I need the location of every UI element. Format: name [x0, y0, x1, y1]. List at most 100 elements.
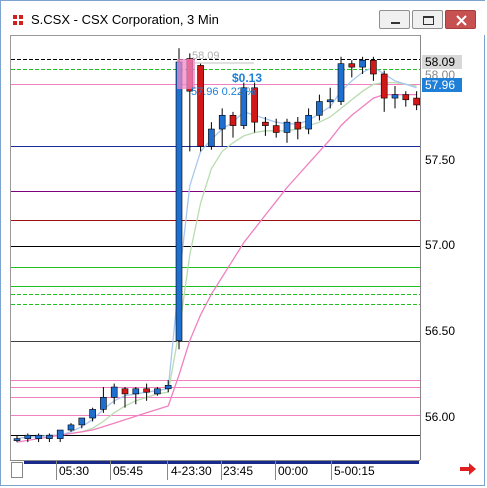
moving-averages	[16, 66, 417, 443]
time-separator	[56, 461, 57, 480]
candle[interactable]	[100, 387, 107, 413]
candle[interactable]	[370, 56, 377, 81]
ma-blue-line	[16, 66, 417, 440]
candle[interactable]	[197, 63, 204, 152]
candle[interactable]	[110, 383, 118, 405]
candle-body-down	[402, 94, 410, 101]
price-axis[interactable]: 57.00 57.50 56.50 56.00 58.00 58.09 57.9…	[420, 35, 480, 460]
candle-body-down	[380, 73, 388, 99]
time-label-5-0015: 5-00:15	[334, 464, 375, 478]
candle[interactable]	[89, 407, 96, 422]
price-tag-last: 57.96	[422, 78, 462, 92]
time-separator	[167, 461, 168, 480]
candle-body-up	[337, 63, 345, 102]
candle[interactable]	[218, 108, 226, 147]
price-tag-high: 58.09	[422, 55, 462, 69]
candle[interactable]	[402, 91, 410, 107]
selection-highlight	[177, 59, 195, 89]
app-icon	[12, 14, 24, 26]
candlestick-chart[interactable]: 58.09 $0.13 57.96 0.22 %	[11, 36, 420, 460]
candle[interactable]	[283, 118, 291, 143]
time-separator	[110, 461, 111, 480]
change-label: $0.13	[232, 71, 262, 85]
price-label-56-00: 56.00	[425, 410, 456, 424]
minimize-button[interactable]	[379, 10, 410, 29]
candle-body-up	[110, 386, 118, 398]
candle-body-down	[121, 388, 129, 395]
candle-body-up	[35, 434, 42, 439]
chart-plot-area[interactable]: 58.09 $0.13 57.96 0.22 %	[10, 35, 420, 460]
candle-body-up	[67, 424, 75, 431]
candle[interactable]	[326, 87, 334, 109]
candle-body-up	[154, 388, 161, 395]
candle-body-up	[208, 128, 215, 147]
ma-green-line	[16, 81, 417, 440]
time-label-4-2330: 4-23:30	[171, 464, 212, 478]
time-separator	[331, 461, 332, 480]
last-pct-label: 57.96 0.22 %	[191, 86, 256, 98]
scroll-right-arrow-icon[interactable]	[459, 462, 477, 476]
candle-body-up	[24, 434, 32, 439]
candle-body-up	[100, 397, 107, 410]
candle-body-up	[13, 438, 21, 441]
candle-body-down	[348, 63, 356, 68]
candle-body-down	[143, 388, 150, 393]
candle[interactable]	[13, 435, 21, 443]
title-bar[interactable]: S.CSX - CSX Corporation, 3 Min	[1, 1, 486, 35]
candle-body-up	[46, 434, 53, 439]
candle[interactable]	[78, 417, 86, 429]
candle-body-up	[283, 121, 291, 133]
restore-icon	[423, 16, 434, 25]
candle[interactable]	[229, 111, 237, 138]
candle-body-up	[391, 94, 399, 99]
price-label-57-50: 57.50	[425, 153, 456, 167]
candle-body-down	[229, 114, 237, 126]
candle-body-down	[370, 59, 377, 75]
time-label-2345: 23:45	[223, 464, 254, 478]
time-label-0530: 05:30	[59, 464, 90, 478]
candle-body-up	[316, 101, 323, 116]
candle[interactable]	[175, 48, 183, 350]
candle[interactable]	[305, 108, 312, 135]
candle[interactable]	[348, 60, 356, 78]
candle[interactable]	[208, 122, 215, 150]
price-label-56-50: 56.50	[425, 324, 456, 338]
candle[interactable]	[391, 86, 399, 109]
scroll-handle[interactable]	[11, 462, 23, 478]
minimize-icon	[391, 22, 400, 24]
candle-body-down	[272, 125, 280, 133]
candle-body-up	[132, 388, 140, 395]
price-label-57-00: 57.00	[425, 238, 456, 252]
candle[interactable]	[337, 56, 345, 105]
time-label-0545: 05:45	[113, 464, 144, 478]
horizontal-lines	[11, 59, 420, 436]
candle[interactable]	[56, 429, 64, 443]
candle[interactable]	[35, 433, 42, 443]
time-axis[interactable]: 05:30 05:45 4-23:30 23:45 00:00 5-00:15	[10, 460, 420, 480]
candle-body-up	[359, 59, 366, 68]
window-title: S.CSX - CSX Corporation, 3 Min	[31, 12, 219, 27]
candle-body-up	[89, 409, 96, 419]
candle[interactable]	[294, 117, 302, 140]
time-label-0000: 00:00	[278, 464, 309, 478]
close-button[interactable]	[445, 10, 476, 29]
candle-body-down	[262, 121, 269, 126]
candle[interactable]	[380, 70, 388, 112]
candle-body-down	[294, 121, 302, 130]
candles[interactable]	[13, 48, 420, 443]
candle-body-up	[218, 114, 226, 130]
candle-body-up	[56, 429, 64, 439]
candle-body-up	[326, 99, 334, 103]
candle-body-up	[164, 385, 172, 390]
candle[interactable]	[316, 94, 323, 121]
candle-body-down	[413, 97, 420, 106]
restore-button[interactable]	[412, 10, 443, 29]
candle-body-up	[78, 417, 86, 426]
close-icon	[456, 15, 467, 26]
candle-body-up	[305, 114, 312, 130]
candle-body-down	[197, 65, 204, 147]
time-separator	[221, 461, 222, 480]
time-separator	[275, 461, 276, 480]
prior-high-label: 58.09	[192, 50, 220, 62]
candle-body-up	[175, 61, 183, 341]
